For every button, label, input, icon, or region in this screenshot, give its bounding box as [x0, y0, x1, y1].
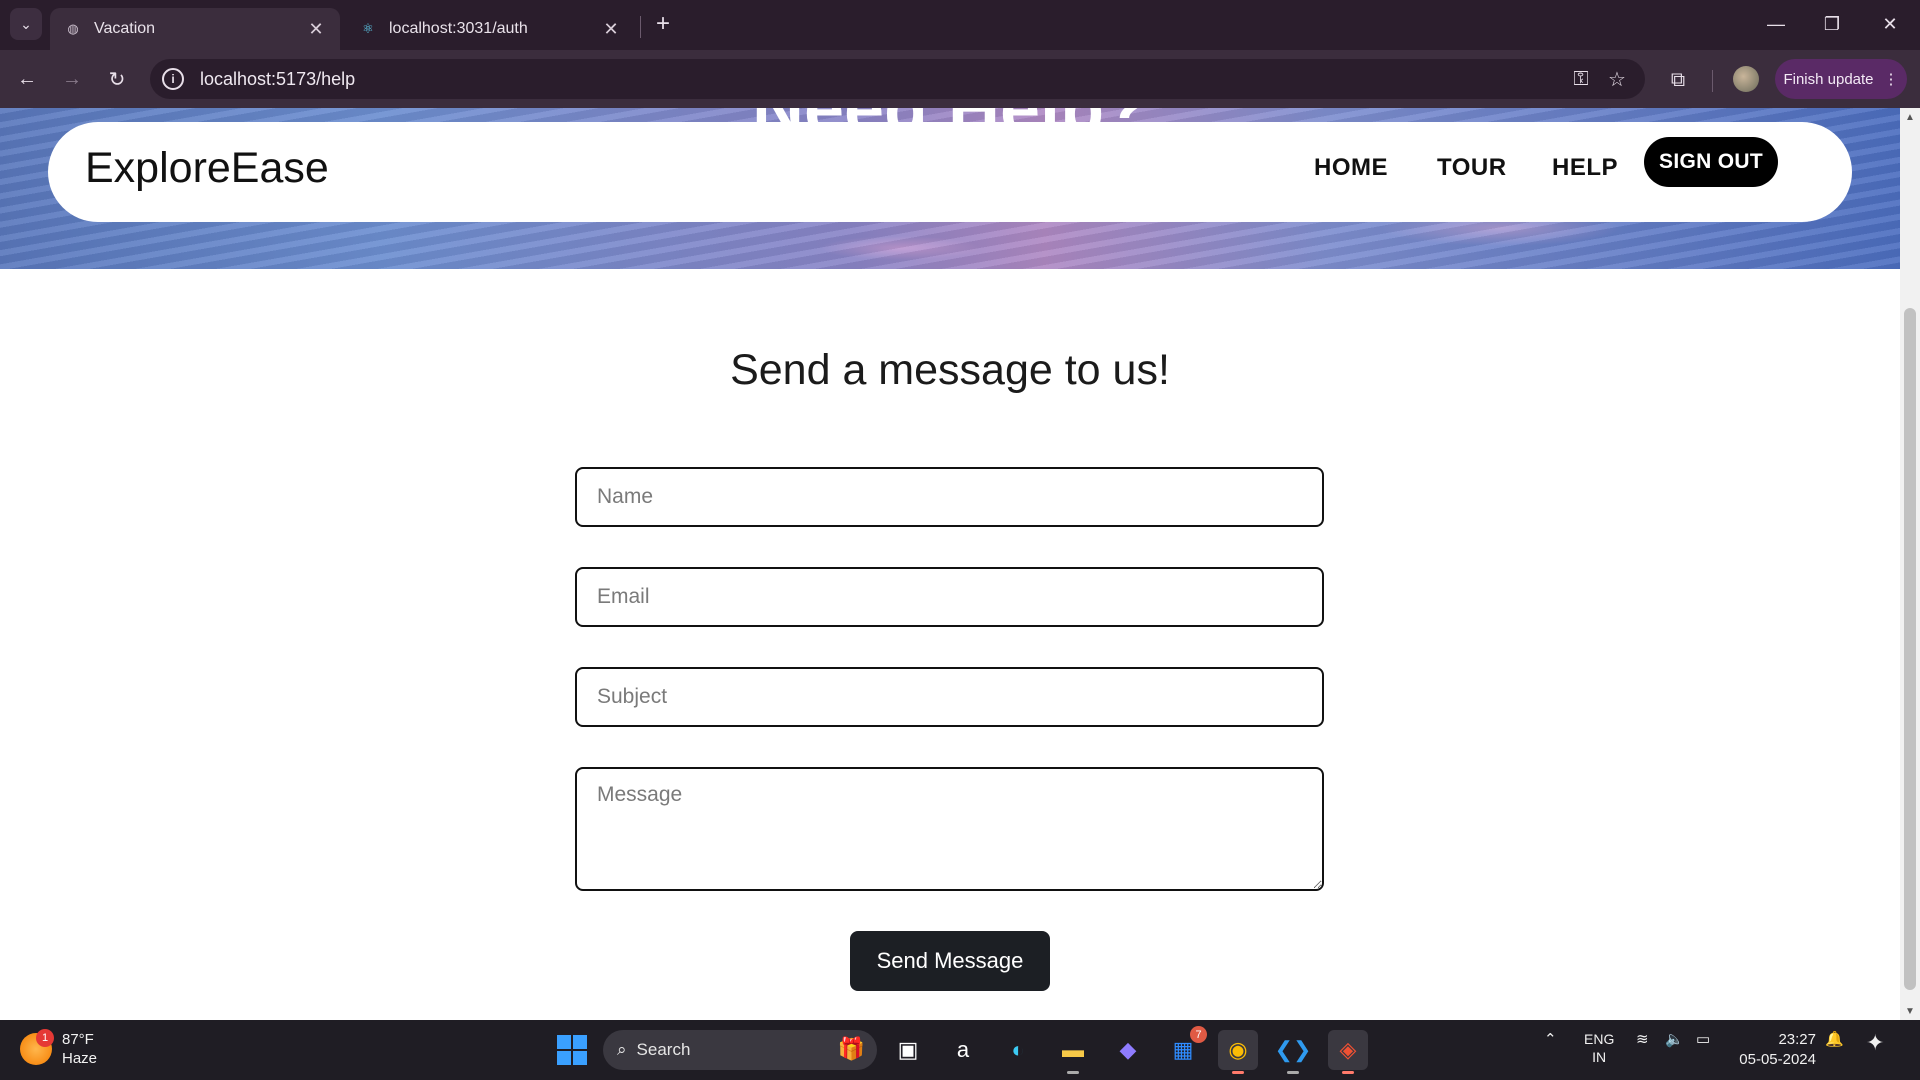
- lang-secondary: IN: [1592, 1049, 1607, 1065]
- browser-toolbar: ← → ↻ i localhost:5173/help ⚿ ☆ ⧉ Finish…: [0, 50, 1920, 108]
- tray-overflow-icon[interactable]: ⌃: [1544, 1030, 1557, 1048]
- tab-title: localhost:3031/auth: [389, 20, 528, 37]
- clock-time: 23:27: [1778, 1031, 1816, 1048]
- password-key-icon[interactable]: ⚿: [1563, 68, 1599, 91]
- weather-widget[interactable]: 1 87°F Haze: [20, 1029, 98, 1068]
- site-logo[interactable]: ExploreEase: [85, 144, 329, 193]
- browser-tab-bar: ⌄ ◍ Vacation ✕ ⚛ localhost:3031/auth ✕ +…: [0, 0, 1920, 50]
- chrome-icon[interactable]: ◉: [1218, 1030, 1258, 1074]
- battery-icon[interactable]: ▭: [1696, 1030, 1710, 1048]
- tab-search-dropdown-icon[interactable]: ⌄: [10, 8, 42, 40]
- search-label: Search: [636, 1040, 691, 1059]
- windows-start-icon[interactable]: [557, 1035, 587, 1065]
- page-scrollbar[interactable]: ▲ ▼: [1900, 108, 1920, 1020]
- toolbar-divider: [1712, 70, 1713, 92]
- clock-date: 05-05-2024: [1739, 1051, 1816, 1068]
- weather-badge: 1: [36, 1029, 54, 1047]
- page-viewport: Need Help? ExploreEase HOME TOUR HELP SI…: [0, 108, 1900, 1020]
- tab-vacation[interactable]: ◍ Vacation ✕: [50, 8, 340, 50]
- amazon-app-icon[interactable]: a: [943, 1030, 983, 1070]
- task-view-icon[interactable]: ▣: [888, 1030, 928, 1070]
- extensions-puzzle-icon[interactable]: ⧉: [1663, 65, 1693, 95]
- taskbar-search[interactable]: ⌕ Search 🎁: [603, 1030, 877, 1070]
- git-icon[interactable]: ◈: [1328, 1030, 1368, 1074]
- edge-browser-icon[interactable]: ◐: [998, 1030, 1038, 1070]
- new-tab-icon[interactable]: +: [650, 8, 676, 40]
- windows-taskbar: 1 87°F Haze ⌕ Search 🎁 ▣ a ◐ ▬ ◆ ▦ 7 ◉ ❮❯…: [0, 1020, 1920, 1080]
- notification-bell-icon[interactable]: 🔔: [1825, 1030, 1844, 1048]
- microsoft-store-icon[interactable]: ▦ 7: [1163, 1026, 1207, 1070]
- wifi-icon[interactable]: ≋: [1636, 1030, 1649, 1048]
- lang-primary: ENG: [1584, 1031, 1615, 1047]
- forward-arrow-icon[interactable]: →: [55, 62, 89, 96]
- close-icon[interactable]: ✕: [306, 19, 326, 40]
- restore-icon[interactable]: ❐: [1808, 8, 1856, 40]
- bookmark-star-icon[interactable]: ☆: [1599, 67, 1635, 92]
- copilot-icon[interactable]: ◆: [1108, 1030, 1148, 1070]
- subject-field[interactable]: [575, 667, 1324, 727]
- finish-update-button[interactable]: Finish update ⋮: [1775, 59, 1907, 99]
- address-bar[interactable]: i localhost:5173/help ⚿ ☆: [150, 59, 1645, 99]
- url-text[interactable]: localhost:5173/help: [200, 69, 1563, 90]
- window-close-icon[interactable]: ✕: [1866, 8, 1914, 40]
- minimize-icon[interactable]: —: [1752, 8, 1800, 40]
- profile-avatar[interactable]: [1733, 66, 1759, 92]
- name-field[interactable]: [575, 467, 1324, 527]
- message-field[interactable]: [575, 767, 1324, 891]
- back-arrow-icon[interactable]: ←: [10, 62, 44, 96]
- sign-out-button[interactable]: SIGN OUT: [1644, 137, 1778, 187]
- search-icon: ⌕: [617, 1040, 627, 1059]
- nav-link-tour[interactable]: TOUR: [1437, 154, 1507, 182]
- react-icon: ⚛: [362, 21, 374, 36]
- finish-update-label: Finish update: [1783, 70, 1874, 88]
- store-badge: 7: [1190, 1026, 1207, 1043]
- email-field[interactable]: [575, 567, 1324, 627]
- taskbar-clock[interactable]: 23:27 05-05-2024: [1738, 1030, 1816, 1070]
- copilot-tray-icon[interactable]: ✦: [1866, 1030, 1884, 1056]
- nav-link-help[interactable]: HELP: [1552, 154, 1618, 182]
- search-highlight-icon: 🎁: [837, 1036, 865, 1061]
- nav-link-home[interactable]: HOME: [1314, 154, 1388, 182]
- tab-title: Vacation: [94, 20, 156, 37]
- weather-sun-icon: 1: [20, 1029, 54, 1065]
- send-message-button[interactable]: Send Message: [850, 931, 1050, 991]
- more-vert-icon: ⋮: [1883, 71, 1899, 88]
- language-indicator[interactable]: ENG IN: [1584, 1030, 1614, 1066]
- weather-temp: 87°F: [62, 1031, 94, 1048]
- tab-auth[interactable]: ⚛ localhost:3031/auth ✕: [345, 8, 635, 50]
- scroll-up-icon[interactable]: ▲: [1900, 108, 1920, 126]
- scrollbar-thumb[interactable]: [1904, 308, 1916, 990]
- volume-icon[interactable]: 🔈: [1665, 1030, 1684, 1048]
- site-navbar: ExploreEase HOME TOUR HELP SIGN OUT: [48, 122, 1852, 222]
- reload-icon[interactable]: ↻: [100, 62, 134, 96]
- globe-icon: ◍: [67, 21, 79, 36]
- scroll-down-icon[interactable]: ▼: [1900, 1002, 1920, 1020]
- close-icon[interactable]: ✕: [601, 19, 621, 40]
- tab-divider: [640, 16, 641, 38]
- site-info-icon[interactable]: i: [162, 68, 184, 90]
- vscode-icon[interactable]: ❮❯: [1273, 1030, 1313, 1074]
- weather-desc: Haze: [62, 1050, 98, 1067]
- contact-form-title: Send a message to us!: [730, 346, 1170, 394]
- file-explorer-icon[interactable]: ▬: [1053, 1030, 1093, 1074]
